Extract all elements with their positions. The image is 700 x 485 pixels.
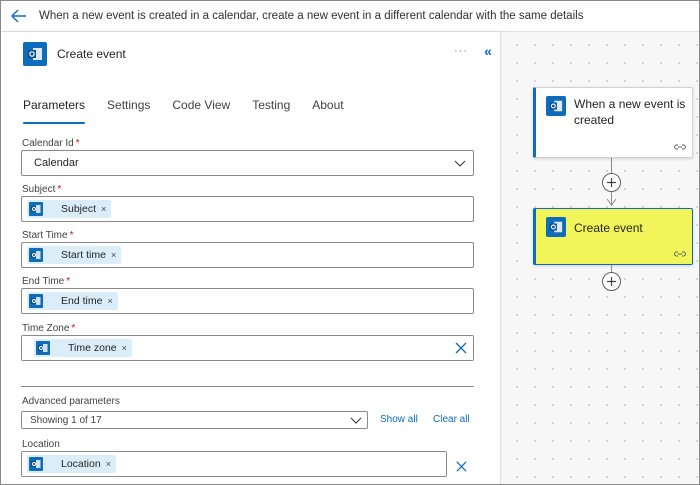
flow-title: When a new event is created in a calenda… [39,10,584,22]
remove-token-button[interactable]: × [106,459,111,469]
outlook-icon [546,217,566,237]
outlook-icon [36,341,50,355]
outlook-icon [29,202,43,216]
subject-input[interactable]: Subject × [21,196,474,222]
start-time-token-label: Start time [61,249,106,261]
add-step-button[interactable] [602,272,621,291]
remove-token-button[interactable]: × [111,250,116,260]
end-time-token[interactable]: End time × [27,292,118,310]
back-button[interactable] [5,2,33,30]
chevron-down-icon [350,417,362,424]
link-icon [674,251,686,257]
action-details-panel: Create event ··· « Parameters Settings C… [1,32,501,484]
required-marker: * [69,230,74,241]
panel-header: Create event ··· « [1,32,501,76]
required-marker: * [66,276,71,287]
arrow-left-icon [11,9,26,23]
add-step-button[interactable] [602,173,621,192]
outlook-icon [23,42,47,66]
create-event-card[interactable]: Create event [533,208,693,265]
action-title: Create event [574,221,643,235]
trigger-card[interactable]: When a new event is created [533,87,693,158]
clear-all-button[interactable]: Clear all [433,414,470,425]
section-divider [21,386,474,387]
start-time-token[interactable]: Start time × [27,246,122,264]
remove-token-button[interactable]: × [101,204,106,214]
link-icon [674,144,686,150]
time-zone-token[interactable]: Time zone × [34,339,132,357]
outlook-icon [29,248,43,262]
plus-icon [607,178,616,187]
collapse-panel-button[interactable]: « [479,42,497,60]
subject-label: Subject * [22,184,61,195]
advanced-parameters-value: Showing 1 of 17 [30,414,102,426]
location-token-label: Location [61,458,101,470]
end-time-input[interactable]: End time × [21,288,474,314]
end-time-token-label: End time [61,295,103,307]
location-token[interactable]: Location × [27,455,116,473]
required-marker: * [75,138,80,149]
remove-token-button[interactable]: × [122,343,127,353]
advanced-parameters-label: Advanced parameters [22,396,120,407]
arrow-down-icon [606,198,617,206]
required-marker: * [71,323,76,334]
designer-canvas[interactable]: When a new event is created Create event [502,32,699,484]
remove-parameter-icon[interactable] [455,460,468,473]
top-bar: When a new event is created in a calenda… [1,1,699,32]
clear-icon[interactable] [454,341,468,355]
tab-settings[interactable]: Settings [107,98,150,120]
show-all-button[interactable]: Show all [380,414,418,425]
subject-token-label: Subject [61,203,97,215]
location-input[interactable]: Location × [21,451,447,477]
location-label: Location [22,439,60,450]
time-zone-token-label: Time zone [68,342,117,354]
calendar-id-label-text: Calendar Id [22,138,74,149]
advanced-parameters-dropdown[interactable]: Showing 1 of 17 [21,411,368,429]
time-zone-label: Time Zone * [22,323,75,334]
start-time-label: Start Time * [22,230,73,241]
end-time-label-text: End Time [22,276,65,287]
start-time-label-text: Start Time [22,230,68,241]
required-marker: * [57,184,62,195]
tab-parameters[interactable]: Parameters [23,98,86,124]
subject-token[interactable]: Subject × [27,200,112,218]
panel-title: Create event [57,47,126,61]
trigger-title: When a new event is created [574,97,686,127]
start-time-input[interactable]: Start time × [21,242,474,268]
time-zone-label-text: Time Zone [22,323,70,334]
outlook-icon [546,96,566,116]
subject-label-text: Subject [22,184,56,195]
end-time-label: End Time * [22,276,70,287]
more-options-button[interactable]: ··· [453,45,469,59]
calendar-id-label: Calendar Id * [22,138,80,149]
time-zone-input[interactable]: Time zone × [21,335,474,361]
tab-code-view[interactable]: Code View [172,98,230,120]
remove-token-button[interactable]: × [107,296,112,306]
tab-testing[interactable]: Testing [252,98,290,120]
plus-icon [607,277,616,286]
calendar-id-value: Calendar [34,157,79,169]
outlook-icon [29,457,43,471]
outlook-icon [29,294,43,308]
calendar-id-dropdown[interactable]: Calendar [21,150,474,176]
chevron-down-icon [454,160,466,167]
tab-about[interactable]: About [312,98,343,120]
tab-list: Parameters Settings Code View Testing Ab… [23,98,366,124]
